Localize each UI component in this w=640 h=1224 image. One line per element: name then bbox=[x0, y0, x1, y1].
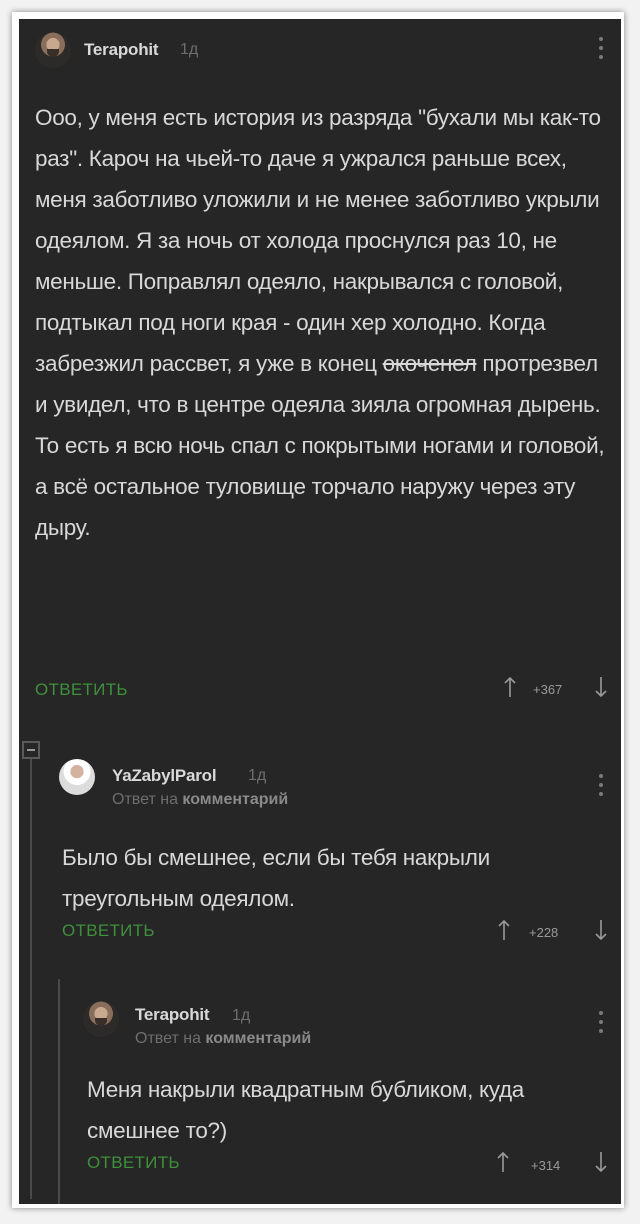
kebab-menu-icon[interactable] bbox=[599, 1011, 603, 1033]
kebab-menu-icon[interactable] bbox=[599, 37, 603, 59]
reply-to-info: Ответ на комментарий bbox=[112, 791, 289, 808]
comment-3: Terapohit 1д Ответ на комментарий Меня н… bbox=[19, 974, 621, 1204]
arrow-down-icon[interactable] bbox=[594, 676, 608, 698]
arrow-down-icon[interactable] bbox=[594, 1151, 608, 1173]
vote-count: +228 bbox=[529, 925, 559, 940]
arrow-down-icon[interactable] bbox=[594, 919, 608, 941]
arrow-up-icon[interactable] bbox=[497, 919, 511, 941]
username[interactable]: Terapohit bbox=[84, 40, 159, 60]
comment-time: 1д bbox=[248, 767, 267, 784]
arrow-up-icon[interactable] bbox=[503, 676, 517, 698]
vote-count: +314 bbox=[531, 1158, 561, 1173]
comment-text: Было бы смешнее, если бы тебя накрыли тр… bbox=[62, 845, 490, 911]
kebab-menu-icon[interactable] bbox=[599, 774, 603, 796]
avatar[interactable] bbox=[59, 759, 95, 795]
reply-to-link[interactable]: комментарий bbox=[205, 1030, 311, 1047]
struck-text: окоченел bbox=[382, 351, 477, 376]
reply-button[interactable]: ОТВЕТИТЬ bbox=[62, 921, 155, 941]
comment-time: 1д bbox=[180, 41, 199, 58]
username[interactable]: YaZabylParol bbox=[112, 766, 217, 786]
reply-button[interactable]: ОТВЕТИТЬ bbox=[87, 1153, 180, 1173]
comment-2: YaZabylParol 1д Ответ на комментарий Был… bbox=[19, 729, 621, 969]
avatar[interactable] bbox=[83, 1001, 119, 1037]
avatar[interactable] bbox=[35, 32, 71, 68]
reply-to-link[interactable]: комментарий bbox=[182, 791, 288, 808]
comment-1: Terapohit 1д Ооо, у меня есть история из… bbox=[19, 19, 621, 719]
vote-count: +367 bbox=[533, 682, 563, 697]
username[interactable]: Terapohit bbox=[135, 1005, 210, 1025]
comments-screen: Terapohit 1д Ооо, у меня есть история из… bbox=[19, 19, 621, 1204]
comment-time: 1д bbox=[232, 1007, 251, 1024]
comment-text: Ооо, у меня есть история из разряда "бух… bbox=[35, 105, 605, 540]
reply-to-info: Ответ на комментарий bbox=[135, 1030, 312, 1047]
reply-button[interactable]: ОТВЕТИТЬ bbox=[35, 680, 128, 700]
comment-text: Меня накрыли квадратным бубликом, куда с… bbox=[87, 1077, 525, 1143]
arrow-up-icon[interactable] bbox=[496, 1151, 510, 1173]
